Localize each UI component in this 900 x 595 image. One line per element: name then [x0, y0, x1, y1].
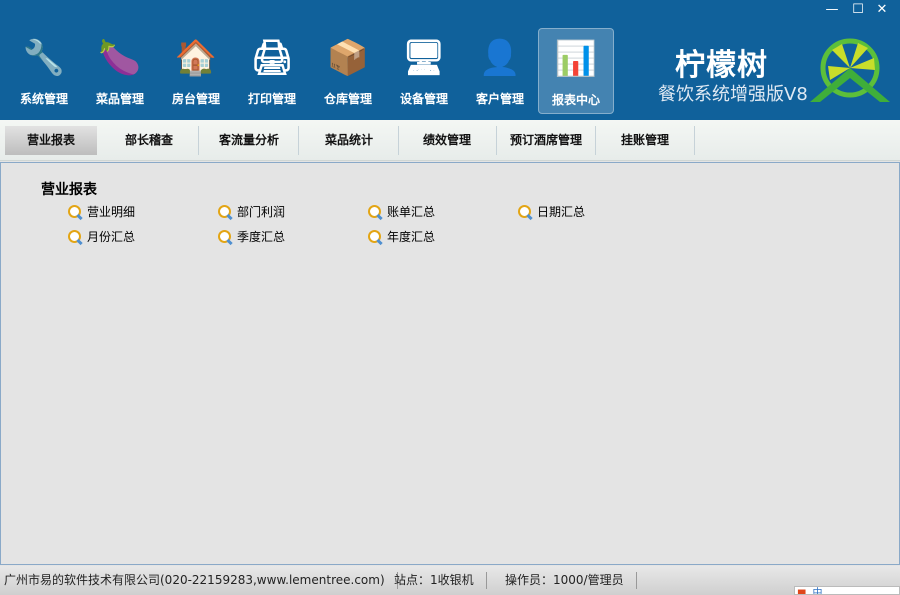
nav-rooms[interactable]: 🏠 房台管理 [158, 28, 234, 114]
header: — ☐ ✕ 🔧 系统管理 🍆 菜品管理 🏠 房台管理 🖨 打印管理 📦 仓库管理 🖥 设备管… [0, 0, 900, 120]
magnifier-icon [67, 204, 83, 220]
headset-user-icon: 👤 [478, 38, 522, 78]
report-link-label: 年度汇总 [387, 230, 436, 244]
ime-toolbar[interactable]: ■ 中 [794, 586, 900, 595]
report-link[interactable]: 年度汇总 [367, 228, 435, 245]
nav-label: 系统管理 [19, 92, 68, 106]
nav-label: 设备管理 [399, 92, 448, 106]
subtab-performance[interactable]: 绩效管理 [398, 126, 497, 155]
magnifier-icon [217, 204, 233, 220]
printer-icon: 🖨 [250, 38, 294, 78]
magnifier-icon [367, 204, 383, 220]
section-title: 营业报表 [41, 182, 97, 198]
close-button[interactable]: ✕ [872, 2, 892, 17]
nav-customers[interactable]: 👤 客户管理 [462, 28, 538, 114]
magnifier-icon [367, 229, 383, 245]
nav-dishes[interactable]: 🍆 菜品管理 [82, 28, 158, 114]
report-link-label: 季度汇总 [237, 230, 286, 244]
ime-mode[interactable]: 中 [812, 588, 822, 594]
brand-title: 柠檬树 [675, 48, 768, 83]
server-add-icon: 🖥 [402, 38, 446, 78]
lemon-logo-icon [810, 38, 890, 102]
nav-label: 打印管理 [247, 92, 296, 106]
status-operator: 操作员：1000/管理员 [505, 572, 637, 589]
report-panel: 营业报表 营业明细 部门利润 账单汇总 日期汇总 月份汇总 季度汇总 年度汇总 [0, 162, 900, 565]
subtab-traffic-analysis[interactable]: 客流量分析 [200, 126, 299, 155]
nav-warehouse[interactable]: 📦 仓库管理 [310, 28, 386, 114]
nav-print[interactable]: 🖨 打印管理 [234, 28, 310, 114]
nav-label: 仓库管理 [323, 92, 372, 106]
magnifier-icon [67, 229, 83, 245]
subtab-manager-audit[interactable]: 部长稽查 [100, 126, 199, 155]
status-bar: 广州市易的软件技术有限公司(020-22159283,www.lementree… [0, 566, 900, 595]
nav-label: 房台管理 [171, 92, 220, 106]
wrench-screwdriver-icon: 🔧 [22, 38, 66, 78]
report-link[interactable]: 月份汇总 [67, 228, 135, 245]
report-link-label: 日期汇总 [537, 205, 586, 219]
report-link[interactable]: 日期汇总 [517, 203, 585, 220]
report-link-label: 营业明细 [87, 205, 136, 219]
nav-reports[interactable]: 📊 报表中心 [538, 28, 614, 114]
ime-logo-icon: ■ [797, 588, 807, 595]
nav-label: 菜品管理 [95, 92, 144, 106]
report-link[interactable]: 营业明细 [67, 203, 135, 220]
status-company: 广州市易的软件技术有限公司(020-22159283,www.lementree… [4, 572, 398, 589]
nav-devices[interactable]: 🖥 设备管理 [386, 28, 462, 114]
report-link-label: 部门利润 [237, 205, 286, 219]
eggplant-icon: 🍆 [98, 38, 142, 78]
nav-label: 报表中心 [551, 93, 600, 107]
maximize-button[interactable]: ☐ [848, 2, 868, 17]
nav-label: 客户管理 [475, 92, 524, 106]
report-link-label: 账单汇总 [387, 205, 436, 219]
sub-tab-bar: 营业报表 部长稽查 客流量分析 菜品统计 绩效管理 预订酒席管理 挂账管理 [0, 120, 900, 161]
pallet-icon: 📦 [326, 38, 370, 78]
bar-chart-icon: 📊 [554, 39, 598, 79]
subtab-credit[interactable]: 挂账管理 [596, 126, 695, 155]
report-link[interactable]: 部门利润 [217, 203, 285, 220]
subtab-dish-stats[interactable]: 菜品统计 [300, 126, 399, 155]
brand-subtitle: 餐饮系统增强版V8 [658, 84, 808, 105]
magnifier-icon [217, 229, 233, 245]
report-link[interactable]: 账单汇总 [367, 203, 435, 220]
report-link[interactable]: 季度汇总 [217, 228, 285, 245]
nav-system[interactable]: 🔧 系统管理 [6, 28, 82, 114]
subtab-business-report[interactable]: 营业报表 [5, 126, 97, 155]
magnifier-icon [517, 204, 533, 220]
report-link-label: 月份汇总 [87, 230, 136, 244]
status-station: 站点：1收银机 [394, 572, 487, 589]
house-icon: 🏠 [174, 38, 218, 78]
subtab-banquet-booking[interactable]: 预订酒席管理 [497, 126, 596, 155]
minimize-button[interactable]: — [822, 2, 842, 17]
